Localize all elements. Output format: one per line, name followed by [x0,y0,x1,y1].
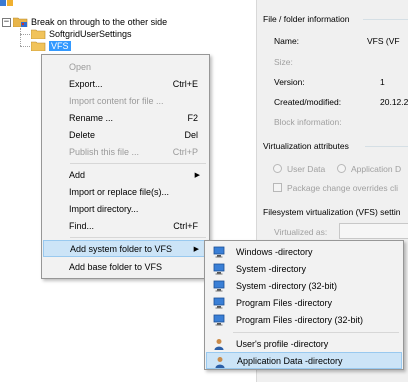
collapse-toggle[interactable]: − [2,17,11,27]
version-value: 1 [380,77,385,87]
menu-item-shortcut: F2 [187,112,198,123]
virtualized-as-field[interactable] [339,223,408,239]
submenu-item-label: Application Data -directory [237,355,343,366]
vfs-settings-group-title: Filesystem virtualization (VFS) settin [263,207,401,217]
created-value: 20.12.2 [380,97,408,107]
app-data-label: Application D [351,164,402,174]
submenu-item-label: Windows -directory [236,246,313,257]
menu-item-label: Add system folder to VFS [70,243,173,254]
tree-item-softgrid[interactable]: SoftgridUserSettings [31,28,132,40]
menu-item-import-directory[interactable]: Import directory... [43,200,208,217]
name-label: Name: [274,36,300,46]
package-override-checkbox[interactable] [273,183,282,192]
package-folder-icon [13,17,28,27]
version-label: Version: [274,77,305,87]
monitor-icon [213,297,225,309]
menu-separator [70,163,206,164]
monitor-icon [213,246,225,258]
menu-item-find[interactable]: Find... Ctrl+F [43,217,208,234]
submenu-arrow-icon: ▶ [193,245,199,253]
name-value: VFS (VF [367,36,400,46]
monitor-icon [213,263,225,275]
menu-item-label: Find... [69,220,95,231]
menu-separator [70,237,206,238]
menu-item-add-system-folder[interactable]: Add system folder to VFS ▶ [43,240,208,257]
menu-item-label: Add base folder to VFS [69,261,163,272]
menu-item-add[interactable]: Add ▶ [43,166,208,183]
menu-item-label: Rename ... [69,112,114,123]
package-override-label: Package change overrides cli [287,183,399,193]
menu-item-shortcut: Del [184,129,198,140]
virtualized-as-label: Virtualized as: [274,227,328,237]
user-data-label: User Data [287,164,326,174]
tree-label-vfs: VFS [49,41,71,51]
menu-item-add-base-folder[interactable]: Add base folder to VFS [43,258,208,275]
menu-item-label: Import directory... [69,203,139,214]
created-label: Created/modified: [274,97,342,107]
menu-item-shortcut: Ctrl+P [172,146,198,157]
submenu-item-program-files[interactable]: Program Files -directory [206,294,402,311]
virtualization-group-title: Virtualization attributes [263,141,349,151]
monitor-icon [213,280,225,292]
system-folder-submenu[interactable]: Windows -directory System -directory Sys… [204,240,404,370]
submenu-item-label: System -directory (32-bit) [236,280,338,291]
tree-item-root[interactable]: − Break on through to the other side [2,16,167,28]
menu-item-publish[interactable]: Publish this file ... Ctrl+P [43,143,208,160]
submenu-item-program-files-32[interactable]: Program Files -directory (32-bit) [206,311,402,328]
submenu-item-label: Program Files -directory [236,297,333,308]
submenu-item-system[interactable]: System -directory [206,260,402,277]
menu-item-label: Export... [69,78,103,89]
submenu-item-user-profile[interactable]: User's profile -directory [206,335,402,352]
menu-item-export[interactable]: Export... Ctrl+E [43,75,208,92]
menu-item-delete[interactable]: Delete Del [43,126,208,143]
user-icon [214,339,224,350]
tree-label-softgrid: SoftgridUserSettings [49,29,132,39]
submenu-item-label: System -directory [236,263,307,274]
menu-item-shortcut: Ctrl+E [172,78,198,89]
menu-item-label: Open [69,61,92,72]
file-info-group-title: File / folder information [263,14,350,24]
monitor-icon [213,314,225,326]
submenu-item-label: Program Files -directory (32-bit) [236,314,364,325]
menu-item-open[interactable]: Open [43,58,208,75]
menu-item-shortcut: Ctrl+F [173,220,198,231]
tree-item-vfs[interactable]: VFS [31,40,71,52]
menu-item-import-content[interactable]: Import content for file ... [43,92,208,109]
folder-icon [31,29,46,39]
menu-item-label: Add [69,169,86,180]
submenu-item-label: User's profile -directory [236,338,329,349]
menu-item-label: Import or replace file(s)... [69,186,170,197]
submenu-item-application-data[interactable]: Application Data -directory [206,352,402,369]
menu-item-rename[interactable]: Rename ... F2 [43,109,208,126]
user-data-radio[interactable] [273,164,282,173]
user-icon [215,357,225,368]
submenu-item-windows[interactable]: Windows -directory [206,243,402,260]
tree-label-root: Break on through to the other side [31,17,168,27]
menu-item-import-replace[interactable]: Import or replace file(s)... [43,183,208,200]
app-data-radio[interactable] [337,164,346,173]
submenu-item-system-32[interactable]: System -directory (32-bit) [206,277,402,294]
block-info-label: Block information: [274,117,342,127]
submenu-arrow-icon: ▶ [194,171,200,179]
context-menu[interactable]: Open Export... Ctrl+E Import content for… [41,54,210,279]
menu-item-label: Publish this file ... [69,146,140,157]
menu-item-label: Delete [69,129,96,140]
menu-item-label: Import content for file ... [69,95,164,106]
folder-icon [31,41,46,51]
app-icon [0,0,13,6]
submenu-separator [233,332,399,333]
size-label: Size: [274,57,293,67]
